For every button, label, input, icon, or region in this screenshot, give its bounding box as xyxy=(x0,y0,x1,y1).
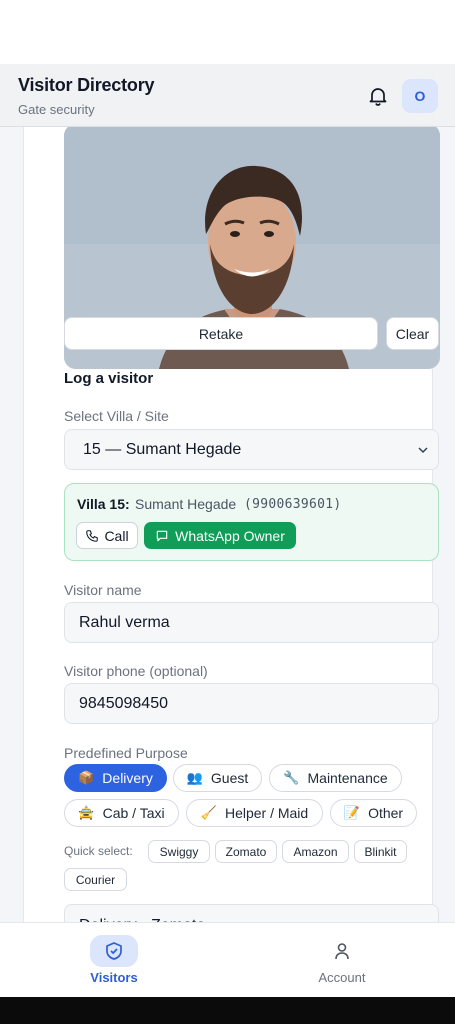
message-icon xyxy=(156,530,168,541)
page-subtitle: Gate security xyxy=(18,102,95,117)
bottom-nav: Visitors Account xyxy=(0,922,455,997)
villa-select[interactable]: 15 — Sumant Hegade xyxy=(64,429,439,470)
system-navigation-bar xyxy=(0,997,455,1024)
people-icon: 👥 xyxy=(186,770,203,785)
visitor-name-label: Visitor name xyxy=(64,582,142,598)
shield-check-icon xyxy=(106,942,122,960)
villa-select-label: Select Villa / Site xyxy=(64,408,169,424)
whatsapp-label: WhatsApp Owner xyxy=(175,527,285,544)
phone-icon xyxy=(86,529,99,542)
app-header: Visitor Directory Gate security O xyxy=(0,64,455,127)
user-icon xyxy=(335,943,349,960)
chip-label: Cab / Taxi xyxy=(102,805,165,821)
clear-button[interactable]: Clear xyxy=(386,317,439,350)
chip-label: Guest xyxy=(210,770,249,786)
visitor-form-card: Retake Clear Log a visitor Select Villa … xyxy=(23,64,440,922)
purpose-chip-guest[interactable]: 👥 Guest xyxy=(173,764,262,792)
bell-icon[interactable] xyxy=(366,84,390,108)
purpose-label: Predefined Purpose xyxy=(64,745,188,761)
memo-icon: 📝 xyxy=(343,805,361,820)
broom-icon: 🧹 xyxy=(200,805,217,820)
quick-chip-courier[interactable]: Courier xyxy=(64,868,127,891)
nav-account-label: Account xyxy=(318,970,366,985)
quick-chip-amazon[interactable]: Amazon xyxy=(282,840,349,863)
nav-visitors[interactable]: Visitors xyxy=(53,923,173,998)
quick-chip-zomato[interactable]: Zomato xyxy=(215,840,277,863)
wrench-icon: 🔧 xyxy=(283,770,300,785)
page-title: Visitor Directory xyxy=(18,75,155,95)
purpose-chip-cab[interactable]: 🚖 Cab / Taxi xyxy=(64,799,179,827)
whatsapp-owner-button[interactable]: WhatsApp Owner xyxy=(144,522,296,549)
purpose-chip-other[interactable]: 📝 Other xyxy=(330,799,417,827)
chip-label: Other xyxy=(368,805,404,821)
quick-chip-blinkit[interactable]: Blinkit xyxy=(354,840,407,863)
call-label: Call xyxy=(104,527,129,544)
chevron-down-icon xyxy=(418,447,428,454)
nav-visitors-label: Visitors xyxy=(90,970,138,985)
avatar[interactable]: O xyxy=(402,79,438,113)
chip-label: Maintenance xyxy=(307,770,388,786)
chip-label: Helper / Maid xyxy=(224,805,309,821)
visitor-phone-input[interactable]: 9845098450 xyxy=(64,683,439,724)
visitor-name-input[interactable]: Rahul verma xyxy=(64,602,439,643)
nav-account[interactable]: Account xyxy=(281,923,401,998)
taxi-icon: 🚖 xyxy=(78,805,95,820)
owner-info-box: Villa 15: Sumant Hegade (9900639601) Cal… xyxy=(64,483,439,561)
purpose-chip-helper[interactable]: 🧹 Helper / Maid xyxy=(186,799,323,827)
main-content: Retake Clear Log a visitor Select Villa … xyxy=(0,64,455,922)
quick-chip-swiggy[interactable]: Swiggy xyxy=(148,840,210,863)
package-icon: 📦 xyxy=(78,770,95,785)
purpose-chip-maintenance[interactable]: 🔧 Maintenance xyxy=(269,764,402,792)
status-bar xyxy=(0,0,455,64)
call-owner-button[interactable]: Call xyxy=(76,522,138,549)
visitor-phone-label: Visitor phone (optional) xyxy=(64,663,208,679)
purpose-input[interactable]: Delivery - Zomato xyxy=(64,904,439,922)
owner-phone: (9900639601) xyxy=(244,497,342,512)
owner-villa: Villa 15: xyxy=(77,496,130,512)
villa-select-value: 15 — Sumant Hegade xyxy=(83,440,242,458)
quick-select-label: Quick select: xyxy=(64,844,133,858)
chip-label: Delivery xyxy=(102,770,153,786)
owner-name: Sumant Hegade xyxy=(135,496,237,512)
section-title: Log a visitor xyxy=(64,370,154,387)
retake-button[interactable]: Retake xyxy=(64,317,378,350)
purpose-chip-delivery[interactable]: 📦 Delivery xyxy=(64,764,167,792)
